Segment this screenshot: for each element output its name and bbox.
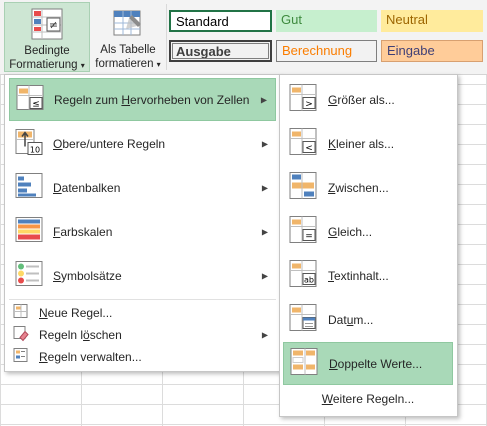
clear-rules-icon (13, 325, 29, 344)
submenu-arrow-icon: ▶ (261, 271, 268, 280)
new-rule-icon (13, 303, 29, 322)
conditional-formatting-label-1: Bedingte (24, 45, 70, 57)
submenu-item-label: Kleiner als... (328, 136, 395, 151)
equal-to-icon: = (289, 215, 319, 248)
submenu-item-text-contains[interactable]: ab Textinhalt... (283, 254, 453, 297)
menu-item-manage-rules[interactable]: Regeln verwalten... (9, 346, 276, 367)
highlight-rules-submenu: > Größer als... < Kleiner als... Zwische… (279, 74, 458, 417)
dropdown-arrow-icon: ▾ (156, 60, 161, 69)
style-standard[interactable]: Standard (169, 10, 272, 32)
menu-item-label: Datenbalken (53, 180, 121, 195)
style-neutral[interactable]: Neutral (381, 10, 483, 32)
menu-item-label: Symbolsätze (53, 268, 122, 283)
manage-rules-icon (13, 347, 29, 366)
icon-sets-icon (15, 260, 45, 291)
ribbon-divider (166, 4, 167, 70)
svg-text:<: < (305, 143, 313, 153)
svg-text:=: = (305, 231, 313, 241)
submenu-item-label: Doppelte Werte... (329, 356, 423, 371)
menu-item-label: Regeln verwalten... (39, 349, 142, 364)
less-than-icon: < (289, 127, 319, 160)
menu-item-label: Obere/untere Regeln (53, 136, 166, 151)
ribbon: ≠ Bedingte Formatierung ▾ Als Tabelle fo… (0, 0, 487, 75)
submenu-item-less-than[interactable]: < Kleiner als... (283, 122, 453, 165)
submenu-item-label: Gleich... (328, 224, 373, 239)
conditional-formatting-label-2: Formatierung ▾ (9, 59, 85, 71)
submenu-item-equal-to[interactable]: = Gleich... (283, 210, 453, 253)
submenu-item-label: Zwischen... (328, 180, 389, 195)
menu-item-clear-rules[interactable]: Regeln löschen ▶ (9, 324, 276, 345)
submenu-arrow-icon: ▶ (261, 227, 268, 236)
style-ausgabe[interactable]: Ausgabe (169, 40, 272, 62)
format-as-table-label-2: formatieren ▾ (95, 58, 161, 70)
menu-item-data-bars[interactable]: Datenbalken ▶ (9, 166, 276, 209)
svg-text:≤: ≤ (32, 99, 40, 109)
format-as-table-icon (112, 7, 144, 43)
style-eingabe[interactable]: Eingabe (381, 40, 483, 62)
format-as-table-button[interactable]: Als Tabelle formatieren ▾ (92, 2, 164, 72)
svg-text:>: > (305, 99, 313, 109)
color-scales-icon (15, 216, 45, 247)
top-bottom-rules-icon: 10 (15, 128, 45, 159)
submenu-item-label: Größer als... (328, 92, 395, 107)
menu-item-icon-sets[interactable]: Symbolsätze ▶ (9, 254, 276, 297)
submenu-item-label: Textinhalt... (328, 268, 389, 283)
submenu-item-between[interactable]: Zwischen... (283, 166, 453, 209)
submenu-arrow-icon: ▶ (261, 183, 268, 192)
submenu-item-greater-than[interactable]: > Größer als... (283, 78, 453, 121)
menu-item-label: Neue Regel... (39, 305, 113, 320)
menu-item-label: Regeln löschen (39, 327, 122, 342)
menu-item-color-scales[interactable]: Farbskalen ▶ (9, 210, 276, 253)
conditional-formatting-menu: ≤ Regeln zum Hervorheben von Zellen ▶ 10… (4, 74, 281, 372)
highlight-cells-rules-icon: ≤ (16, 84, 46, 115)
conditional-formatting-button[interactable]: ≠ Bedingte Formatierung ▾ (4, 2, 90, 72)
submenu-item-duplicate-values[interactable]: Doppelte Werte... (283, 342, 453, 385)
menu-separator (9, 299, 276, 300)
svg-text:≠: ≠ (49, 19, 58, 32)
style-gut[interactable]: Gut (276, 10, 377, 32)
menu-item-label: Regeln zum Hervorheben von Zellen (54, 92, 250, 107)
menu-item-highlight-cells-rules[interactable]: ≤ Regeln zum Hervorheben von Zellen ▶ (9, 78, 276, 121)
format-as-table-label-1: Als Tabelle (100, 44, 156, 56)
menu-item-top-bottom-rules[interactable]: 10 Obere/untere Regeln ▶ (9, 122, 276, 165)
submenu-arrow-icon: ▶ (261, 139, 268, 148)
svg-text:10: 10 (30, 145, 40, 154)
menu-item-new-rule[interactable]: Neue Regel... (9, 302, 276, 323)
text-contains-icon: ab (289, 259, 319, 292)
submenu-item-date-occurring[interactable]: Datum... (283, 298, 453, 341)
menu-item-label: Farbskalen (53, 224, 113, 239)
style-berechnung[interactable]: Berechnung (276, 40, 377, 62)
submenu-arrow-icon: ▶ (261, 330, 268, 339)
dropdown-arrow-icon: ▾ (80, 61, 85, 70)
submenu-arrow-icon: ▶ (260, 95, 267, 104)
date-occurring-icon (289, 303, 319, 336)
greater-than-icon: > (289, 83, 319, 116)
between-icon (289, 171, 319, 204)
duplicate-values-icon (290, 347, 320, 380)
submenu-item-label: Datum... (328, 312, 374, 327)
svg-text:ab: ab (304, 275, 314, 284)
conditional-formatting-icon: ≠ (31, 8, 63, 44)
more-rules-link[interactable]: Weitere Regeln... (283, 387, 453, 411)
data-bars-icon (15, 172, 45, 203)
